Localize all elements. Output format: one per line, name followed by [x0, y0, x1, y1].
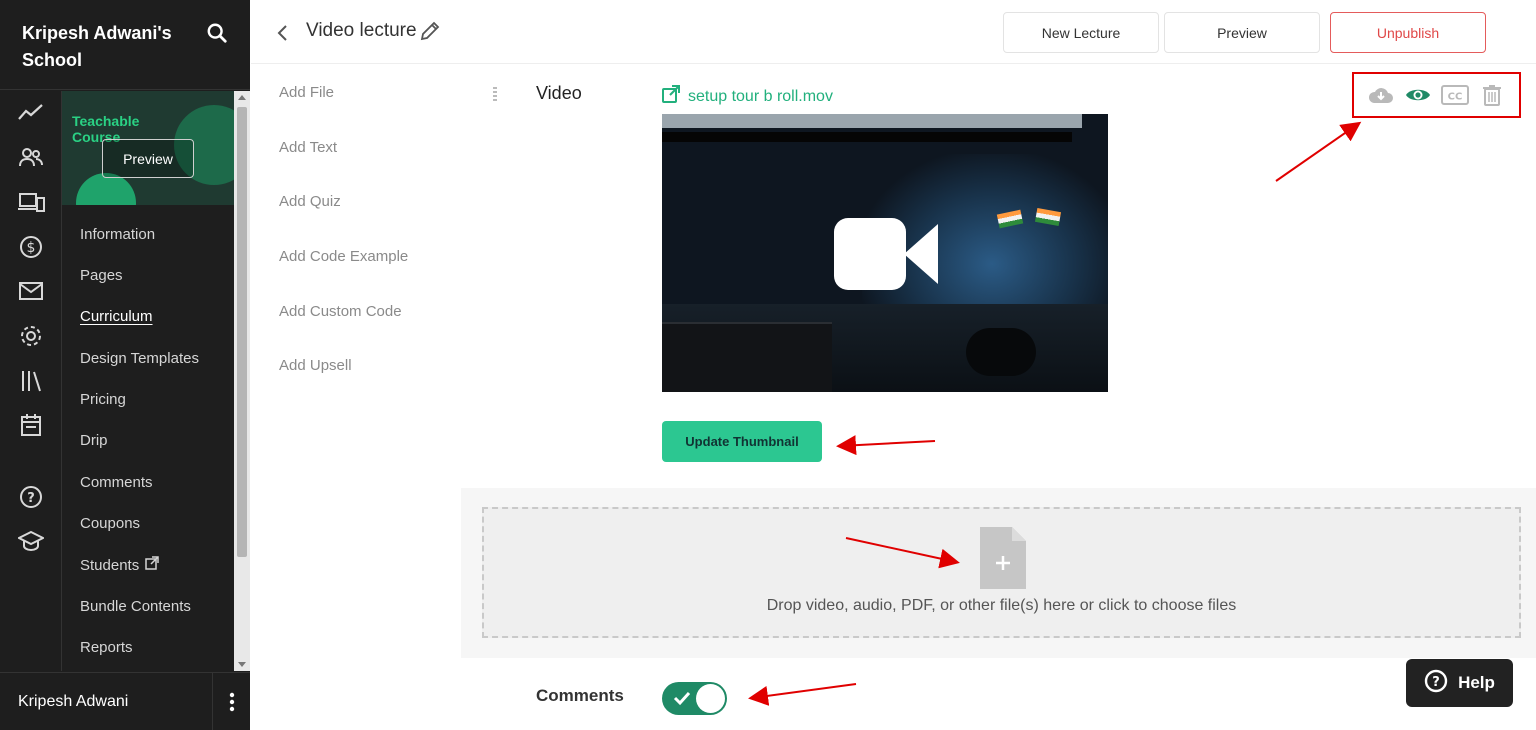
video-actions-toolbar: CC — [1352, 72, 1521, 118]
course-nav: Teachable Course Preview Information Pag… — [62, 91, 234, 671]
graduation-cap-icon[interactable] — [17, 527, 45, 555]
scroll-down-arrow-icon[interactable] — [238, 662, 246, 667]
course-preview-button[interactable]: Preview — [102, 139, 194, 178]
annotation-arrow-toolbar — [1275, 121, 1362, 182]
more-vertical-icon[interactable] — [212, 673, 250, 730]
add-code-example-link[interactable]: Add Code Example — [279, 248, 408, 265]
trend-chart-icon[interactable] — [17, 99, 45, 127]
trash-icon[interactable] — [1478, 82, 1506, 108]
sidebar-item-label: Reports — [80, 639, 133, 656]
sidebar-item-label: Pricing — [80, 391, 126, 408]
sidebar-item-label: Students — [80, 556, 140, 574]
sidebar-item-pricing[interactable]: Pricing — [80, 391, 126, 408]
user-footer: Kripesh Adwani — [0, 672, 250, 730]
add-custom-code-link[interactable]: Add Custom Code — [279, 303, 402, 320]
sidebar-item-label: Comments — [80, 474, 153, 491]
sidebar-item-label: Drip — [80, 432, 108, 449]
external-link-icon — [145, 556, 159, 574]
icon-rail: $ ? — [0, 91, 62, 671]
users-icon[interactable] — [17, 143, 45, 171]
page-title: Video lecture — [306, 20, 417, 41]
video-file-link[interactable]: setup tour b roll.mov — [662, 85, 833, 108]
sidebar-item-drip[interactable]: Drip — [80, 432, 108, 449]
external-link-icon — [662, 85, 680, 108]
toggle-knob — [696, 684, 725, 713]
sidebar-item-label: Design Templates — [80, 350, 199, 367]
sidebar: Kripesh Adwani's School $ ? Teachable Co… — [0, 0, 250, 730]
sidebar-item-coupons[interactable]: Coupons — [80, 515, 140, 532]
dollar-icon[interactable]: $ — [17, 233, 45, 261]
unpublish-button[interactable]: Unpublish — [1330, 12, 1486, 53]
sidebar-item-label: Bundle Contents — [80, 598, 191, 615]
sidebar-item-label: Information — [80, 226, 156, 243]
sidebar-item-label: Coupons — [80, 515, 141, 532]
cloud-download-icon[interactable] — [1367, 82, 1395, 108]
video-thumbnail[interactable] — [662, 114, 1108, 392]
annotation-arrow-comments — [748, 683, 857, 706]
preview-button[interactable]: Preview — [1164, 12, 1320, 53]
add-text-link[interactable]: Add Text — [279, 139, 337, 156]
svg-text:?: ? — [1432, 675, 1440, 690]
course-thumbnail: Teachable Course Preview — [62, 91, 234, 205]
add-upsell-link[interactable]: Add Upsell — [279, 357, 352, 374]
sidebar-item-comments[interactable]: Comments — [80, 474, 153, 491]
sidebar-item-label: Curriculum — [80, 308, 153, 325]
video-camera-icon — [834, 218, 938, 290]
video-block-label: Video — [536, 83, 582, 103]
closed-captions-icon[interactable]: CC — [1441, 82, 1470, 108]
help-circle-icon[interactable]: ? — [17, 483, 45, 511]
file-dropzone[interactable]: Drop video, audio, PDF, or other file(s)… — [482, 507, 1521, 638]
sidebar-item-bundle-contents[interactable]: Bundle Contents — [80, 598, 191, 615]
video-file-name: setup tour b roll.mov — [688, 87, 833, 105]
sidebar-item-reports[interactable]: Reports — [80, 639, 133, 656]
sidebar-item-students[interactable]: Students — [80, 556, 159, 574]
search-icon[interactable] — [206, 22, 232, 48]
dropzone-text: Drop video, audio, PDF, or other file(s)… — [766, 597, 1237, 614]
comments-toggle[interactable] — [662, 682, 727, 715]
sidebar-item-information[interactable]: Information — [80, 226, 155, 243]
back-chevron-icon[interactable] — [275, 22, 295, 46]
svg-text:?: ? — [27, 491, 35, 506]
calendar-icon[interactable] — [17, 411, 45, 439]
top-bar: Video lecture New Lecture Preview Unpubl… — [251, 0, 1536, 64]
update-thumbnail-button[interactable]: Update Thumbnail — [662, 421, 822, 462]
svg-text:CC: CC — [1448, 92, 1463, 103]
library-icon[interactable] — [17, 367, 45, 395]
devices-icon[interactable] — [17, 188, 45, 216]
help-label: Help — [1458, 673, 1495, 692]
add-file-link[interactable]: Add File — [279, 84, 334, 101]
gear-icon[interactable] — [17, 322, 45, 350]
sidebar-scrollbar[interactable] — [234, 91, 250, 671]
scroll-up-arrow-icon[interactable] — [238, 95, 246, 100]
add-quiz-link[interactable]: Add Quiz — [279, 193, 341, 210]
school-name[interactable]: Kripesh Adwani's School — [22, 20, 182, 74]
annotation-arrow-update-thumbnail — [836, 435, 936, 456]
drag-handle-icon[interactable] — [491, 86, 499, 102]
svg-text:$: $ — [27, 240, 36, 256]
pencil-icon[interactable] — [419, 20, 443, 44]
add-file-icon — [978, 525, 1028, 591]
sidebar-item-curriculum[interactable]: Curriculum — [80, 308, 153, 325]
school-header: Kripesh Adwani's School — [0, 0, 250, 90]
user-name[interactable]: Kripesh Adwani — [18, 693, 128, 711]
add-blocks-column: Add File Add Text Add Quiz Add Code Exam… — [251, 65, 461, 485]
sidebar-item-pages[interactable]: Pages — [80, 267, 123, 284]
mail-icon[interactable] — [17, 277, 45, 305]
new-lecture-button[interactable]: New Lecture — [1003, 12, 1159, 53]
eye-icon[interactable] — [1404, 82, 1432, 108]
sidebar-item-design-templates[interactable]: Design Templates — [80, 350, 199, 367]
help-circle-icon: ? — [1424, 669, 1448, 698]
sidebar-item-label: Pages — [80, 267, 123, 284]
help-button[interactable]: ? Help — [1406, 659, 1513, 707]
check-icon — [672, 689, 692, 707]
comments-label: Comments — [536, 686, 624, 705]
scrollbar-thumb[interactable] — [237, 107, 247, 557]
